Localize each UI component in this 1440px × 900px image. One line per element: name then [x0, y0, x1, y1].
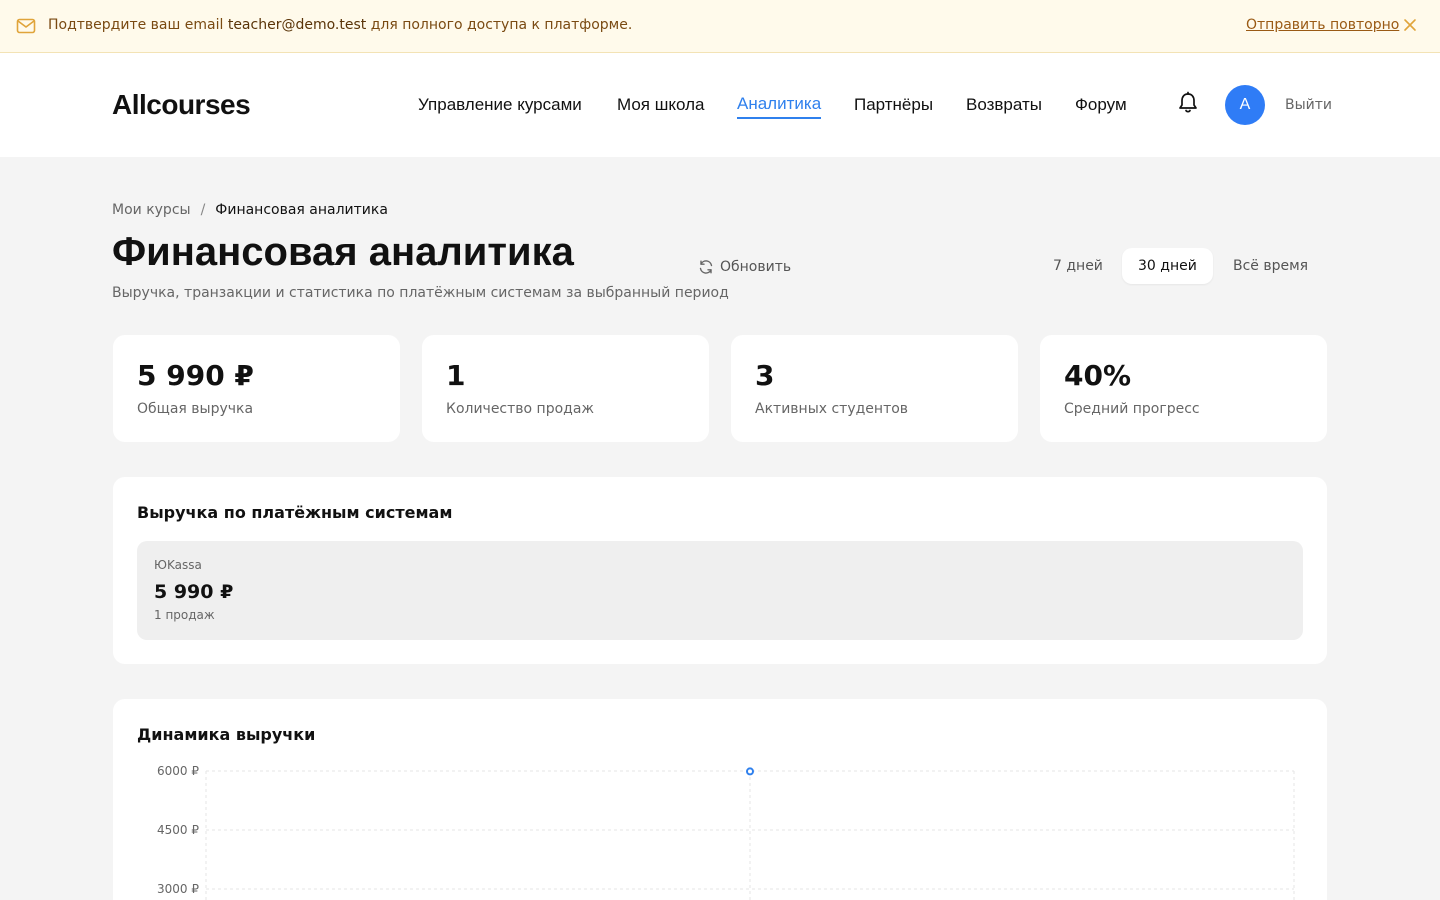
data-point[interactable]: [746, 767, 754, 776]
refresh-label: Обновить: [720, 259, 792, 275]
nav-item-analytics[interactable]: Аналитика: [737, 94, 822, 119]
stat-card-sales: 1 Количество продаж: [422, 335, 709, 442]
email-verification-banner: Подтвердите ваш email teacher@demo.test …: [0, 0, 1440, 53]
refresh-icon: [699, 260, 713, 274]
y-tick-label: 3000 ₽: [157, 882, 199, 896]
banner-message-before: Подтвердите ваш email: [48, 17, 228, 33]
breadcrumb-separator: /: [200, 202, 206, 218]
close-icon[interactable]: [1402, 17, 1418, 33]
page-subtitle: Выручка, транзакции и статистика по плат…: [112, 285, 729, 301]
stat-card-progress: 40% Средний прогресс: [1040, 335, 1327, 442]
payment-systems-card: Выручка по платёжным системам ЮKassa 5 9…: [113, 477, 1327, 664]
stat-value: 40%: [1064, 359, 1132, 392]
page-title: Финансовая аналитика: [112, 230, 574, 274]
nav-item-forum[interactable]: Форум: [1075, 95, 1127, 115]
nav-item-course-management[interactable]: Управление курсами: [418, 95, 582, 115]
stat-label: Активных студентов: [755, 401, 909, 417]
payment-systems-title: Выручка по платёжным системам: [137, 503, 453, 522]
mail-icon: [16, 18, 36, 34]
breadcrumb-current: Финансовая аналитика: [215, 202, 388, 218]
banner-message: Подтвердите ваш email teacher@demo.test …: [48, 17, 632, 33]
stat-value: 3: [755, 359, 775, 392]
refresh-button[interactable]: Обновить: [698, 257, 791, 277]
stat-card-revenue: 5 990 ₽ Общая выручка: [113, 335, 400, 442]
period-all-time[interactable]: Всё время: [1217, 248, 1324, 284]
period-30-days[interactable]: 30 дней: [1122, 248, 1213, 284]
resend-link[interactable]: Отправить повторно: [1246, 17, 1399, 33]
nav-item-my-school[interactable]: Моя школа: [617, 95, 704, 115]
nav-item-refunds[interactable]: Возвраты: [966, 95, 1042, 115]
banner-email: teacher@demo.test: [227, 17, 367, 33]
payment-system-amount: 5 990 ₽: [154, 581, 234, 603]
y-tick-label: 6000 ₽: [157, 764, 199, 778]
stat-value: 5 990 ₽: [137, 359, 254, 392]
logo[interactable]: Allcourses: [112, 89, 251, 121]
stat-label: Средний прогресс: [1064, 401, 1200, 417]
banner-message-after: для полного доступа к платформе.: [366, 17, 633, 33]
bell-icon[interactable]: [1177, 91, 1199, 115]
stat-label: Общая выручка: [137, 401, 254, 417]
breadcrumb-my-courses[interactable]: Мои курсы: [112, 202, 191, 218]
stat-card-students: 3 Активных студентов: [731, 335, 1018, 442]
stat-label: Количество продаж: [446, 401, 595, 417]
payment-system-item: ЮKassa 5 990 ₽ 1 продаж: [137, 541, 1303, 640]
nav-item-partners[interactable]: Партнёры: [854, 95, 933, 115]
logout-button[interactable]: Выйти: [1285, 97, 1332, 113]
period-7-days[interactable]: 7 дней: [1037, 248, 1119, 284]
avatar[interactable]: A: [1225, 85, 1265, 125]
revenue-chart-card: Динамика выручки 6000 ₽4500 ₽3000 ₽: [113, 699, 1327, 900]
top-header: Allcourses Управление курсами Моя школа …: [0, 53, 1440, 157]
payment-system-name: ЮKassa: [154, 558, 202, 572]
payment-system-count: 1 продаж: [154, 608, 215, 622]
y-tick-label: 4500 ₽: [157, 823, 199, 837]
stat-value: 1: [446, 359, 466, 392]
revenue-chart: 6000 ₽ 4500 ₽ 3000 ₽: [157, 764, 1295, 900]
breadcrumb: Мои курсы / Финансовая аналитика: [112, 202, 388, 218]
